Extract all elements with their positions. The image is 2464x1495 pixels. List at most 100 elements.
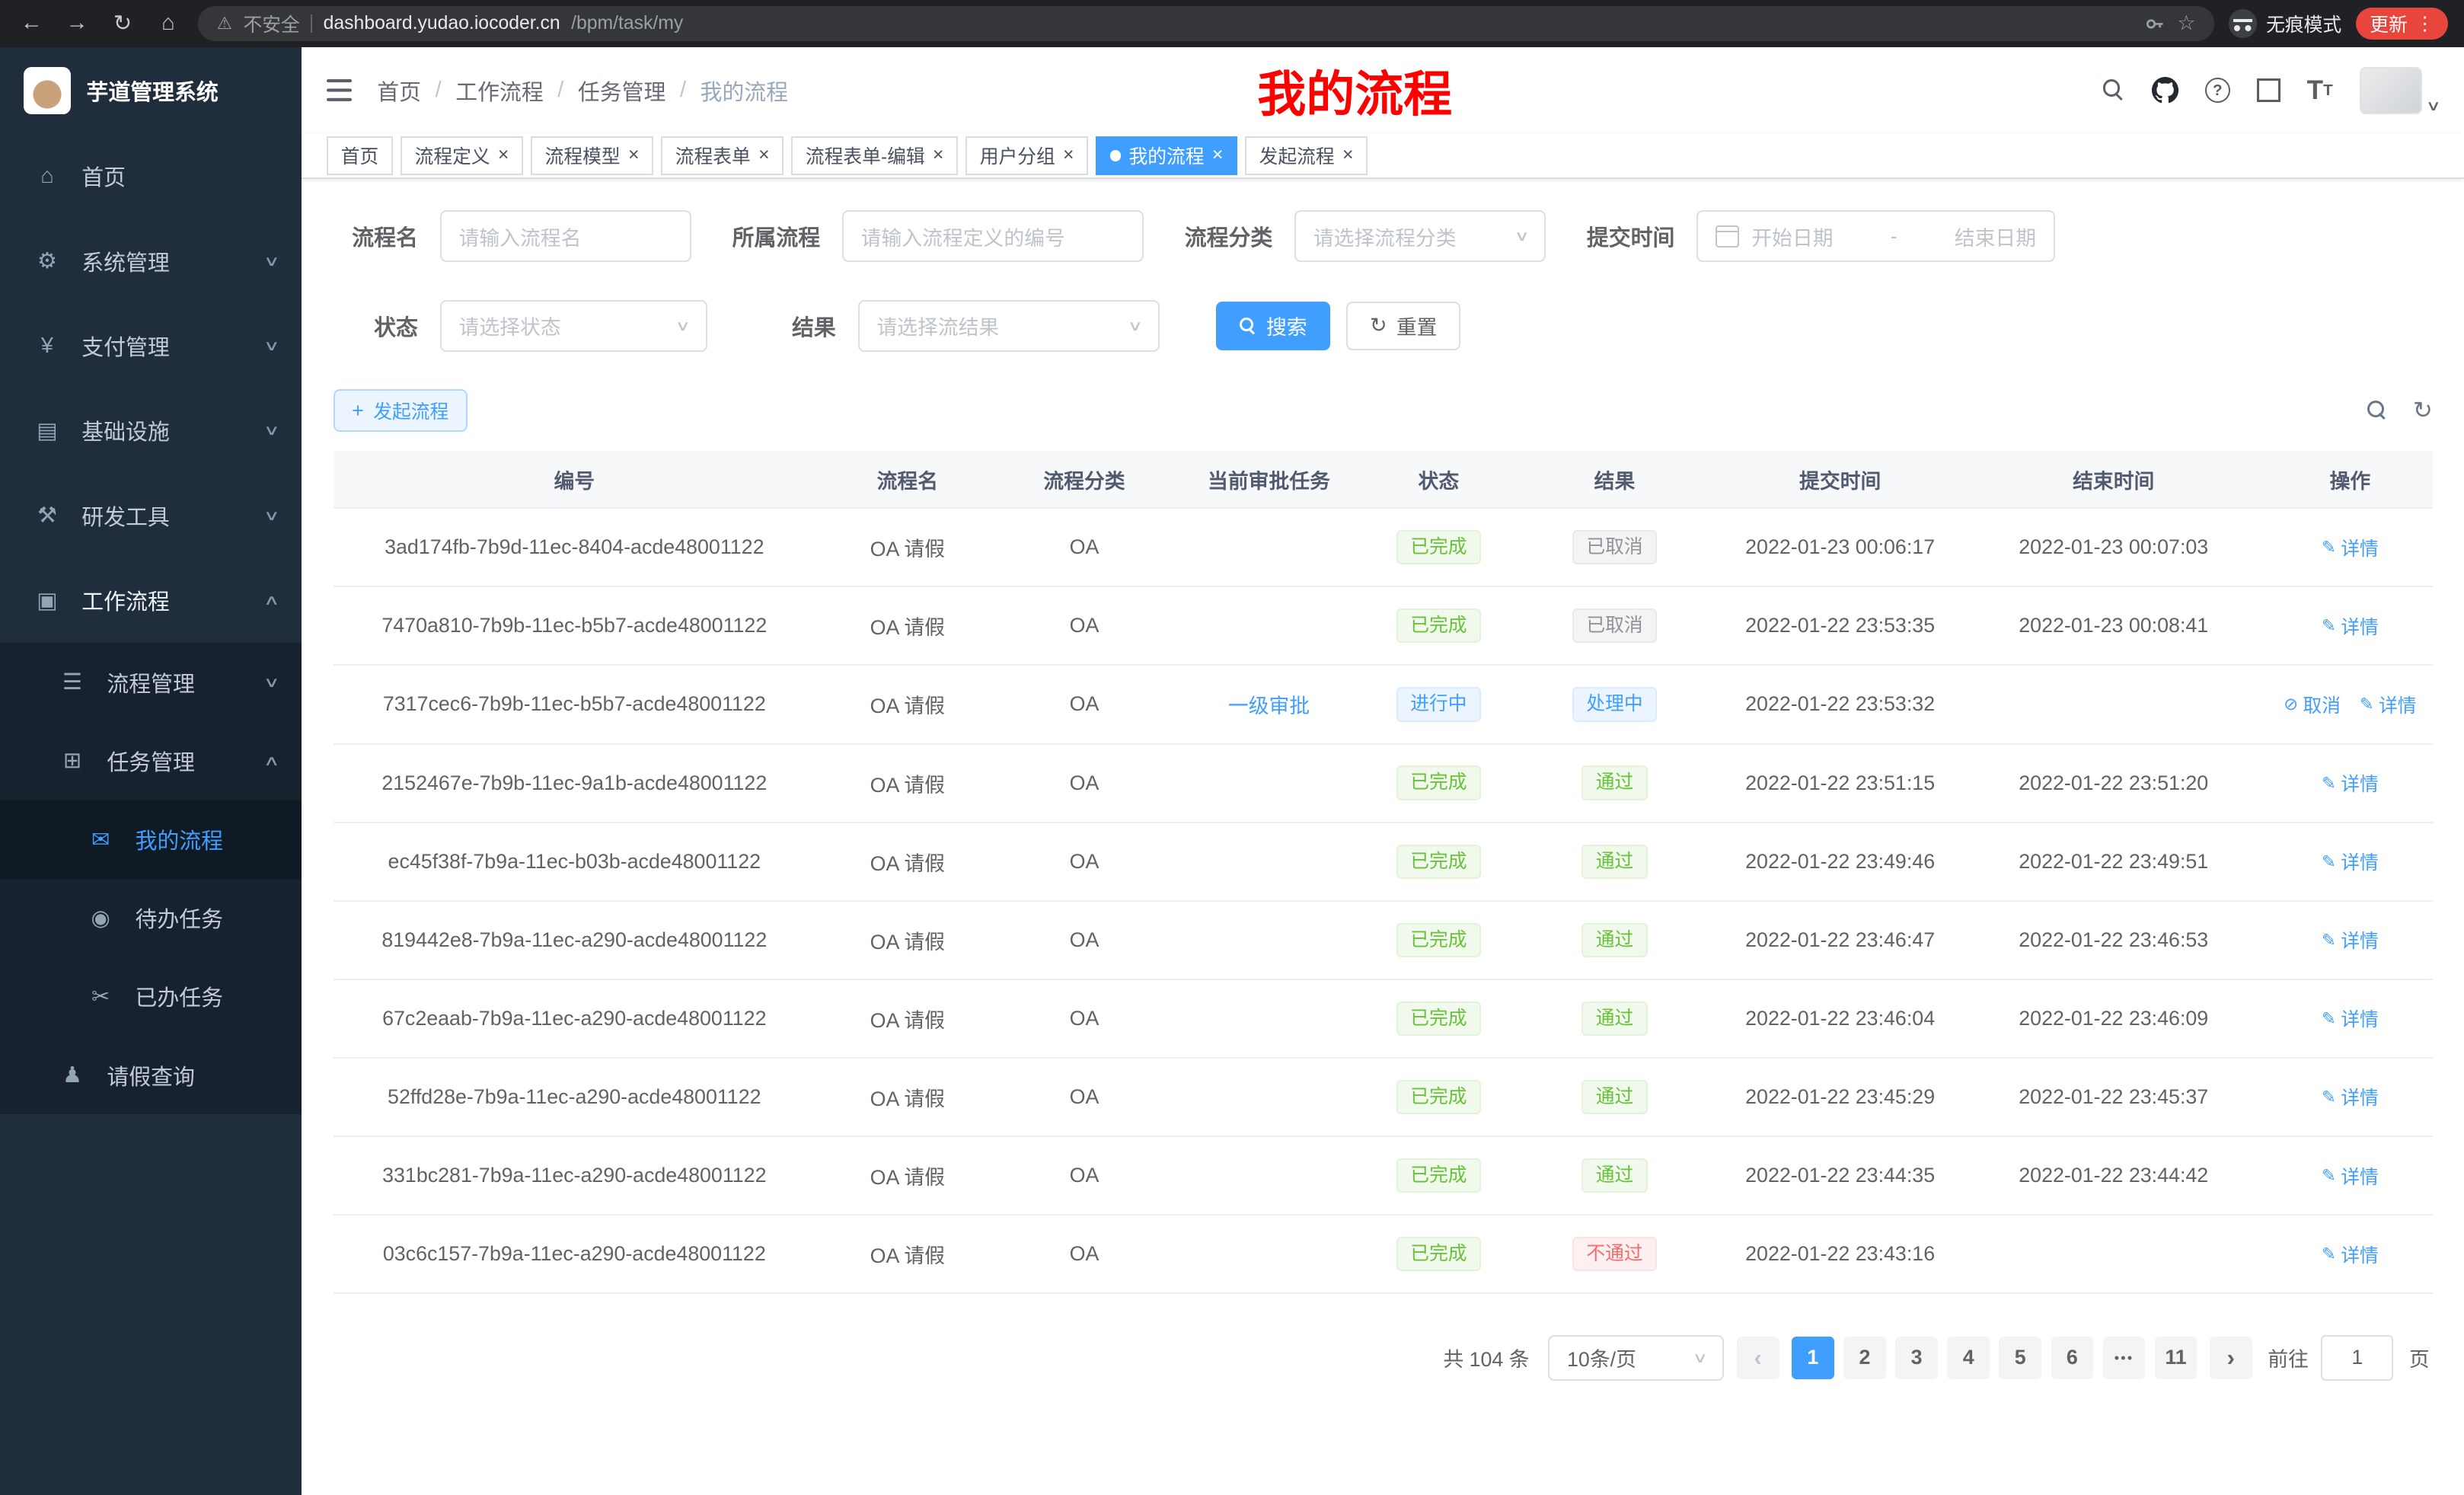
breadcrumb-item[interactable]: 首页 (377, 75, 421, 107)
sidebar-item-done-task[interactable]: ✂已办任务 (0, 957, 302, 1036)
tab-user-group[interactable]: 用户分组× (965, 136, 1088, 175)
goto-page-input[interactable] (2321, 1335, 2393, 1381)
sidebar-item-task-management[interactable]: ⊞任务管理∧ (0, 721, 302, 800)
close-icon[interactable]: × (758, 146, 769, 165)
browser-back-button[interactable]: ← (16, 11, 47, 36)
sidebar-item-home[interactable]: ⌂首页 (0, 133, 302, 218)
action-detail-link[interactable]: ✎详情 (2322, 534, 2379, 561)
detail-icon: ✎ (2322, 537, 2336, 557)
action-cancel-link[interactable]: ⊘取消 (2284, 691, 2341, 718)
show-search-icon[interactable] (2367, 401, 2388, 421)
close-icon[interactable]: × (1063, 146, 1074, 165)
app-logo[interactable]: 芋道管理系统 (0, 47, 302, 134)
action-detail-link[interactable]: ✎详情 (2360, 691, 2417, 718)
close-icon[interactable]: × (1212, 146, 1223, 165)
close-icon[interactable]: × (498, 146, 509, 165)
browser-forward-button[interactable]: → (61, 11, 92, 36)
category-select[interactable]: 请选择流程分类 ∨ (1294, 210, 1546, 262)
process-name-input[interactable]: 请输入流程名 (440, 210, 691, 262)
result-badge: 已取消 (1572, 530, 1657, 564)
cell-name: OA 请假 (815, 744, 999, 823)
help-icon[interactable]: ? (2205, 78, 2230, 103)
result-select[interactable]: 请选择流结果 ∨ (858, 300, 1160, 352)
sidebar-item-infrastructure[interactable]: ▤基础设施∨ (0, 388, 302, 473)
font-size-icon[interactable]: T (2307, 75, 2333, 106)
create-process-button[interactable]: + 发起流程 (334, 389, 468, 432)
tab-process-form-edit[interactable]: 流程表单-编辑× (791, 136, 958, 175)
close-icon[interactable]: × (1342, 146, 1353, 165)
action-detail-link[interactable]: ✎详情 (2322, 848, 2379, 875)
sidebar-item-my-process[interactable]: ✉我的流程 (0, 800, 302, 878)
status-select[interactable]: 请选择状态 ∨ (440, 300, 707, 352)
cell-result: 通过 (1508, 901, 1721, 979)
cell-id: 7470a810-7b9b-11ec-b5b7-acde48001122 (334, 586, 816, 665)
key-icon[interactable] (2144, 13, 2166, 35)
page-button-2[interactable]: 2 (1843, 1337, 1886, 1379)
task-link[interactable]: 一级审批 (1228, 695, 1310, 717)
page-button-5[interactable]: 5 (1999, 1337, 2041, 1379)
page-more-button[interactable]: ••• (2103, 1337, 2146, 1379)
reset-button[interactable]: ↻ 重置 (1346, 302, 1460, 350)
create-process-label: 发起流程 (373, 397, 448, 424)
action-detail-link[interactable]: ✎详情 (2322, 612, 2379, 640)
page-button-1[interactable]: 1 (1792, 1337, 1834, 1379)
browser-home-button[interactable]: ⌂ (152, 11, 184, 36)
cell-name: OA 请假 (815, 586, 999, 665)
tab-process-form[interactable]: 流程表单× (661, 136, 784, 175)
sidebar-item-workflow[interactable]: ▣工作流程∧ (0, 558, 302, 643)
address-bar[interactable]: ⚠ 不安全 dashboard.yudao.iocoder.cn/bpm/tas… (198, 6, 2214, 40)
next-page-button[interactable]: › (2210, 1337, 2252, 1379)
search-icon[interactable] (2103, 79, 2125, 101)
url-path: /bpm/task/my (571, 13, 683, 34)
cell-category: OA (1000, 979, 1170, 1058)
action-detail-link[interactable]: ✎详情 (2322, 926, 2379, 954)
sidebar-item-todo-task[interactable]: ◉待办任务 (0, 879, 302, 957)
breadcrumb-item[interactable]: 任务管理 (578, 75, 666, 107)
incognito-label: 无痕模式 (2266, 10, 2341, 37)
sidebar-item-devtools[interactable]: ⚒研发工具∨ (0, 473, 302, 557)
page-button-3[interactable]: 3 (1895, 1337, 1938, 1379)
sidebar-item-payment[interactable]: ¥支付管理∨ (0, 303, 302, 388)
page-suffix: 页 (2409, 1343, 2430, 1372)
action-detail-link[interactable]: ✎详情 (2322, 1083, 2379, 1110)
breadcrumb-separator: / (436, 78, 442, 103)
action-detail-link[interactable]: ✎详情 (2322, 1162, 2379, 1190)
action-detail-link[interactable]: ✎详情 (2322, 769, 2379, 797)
cell-result: 通过 (1508, 979, 1721, 1058)
process-key-input[interactable]: 请输入流程定义的编号 (842, 210, 1144, 262)
tab-label: 我的流程 (1129, 142, 1205, 169)
tab-start-process[interactable]: 发起流程× (1245, 136, 1368, 175)
tab-process-definition[interactable]: 流程定义× (401, 136, 523, 175)
breadcrumb-item[interactable]: 工作流程 (455, 75, 544, 107)
page-button-11[interactable]: 11 (2155, 1337, 2197, 1379)
prev-page-button[interactable]: ‹ (1737, 1337, 1779, 1379)
submit-time-range[interactable]: 开始日期 - 结束日期 (1696, 210, 2054, 262)
cell-end-time: 2022-01-23 00:08:41 (1959, 586, 2268, 665)
action-detail-link[interactable]: ✎详情 (2322, 1005, 2379, 1032)
status-badge: 已完成 (1396, 1001, 1481, 1036)
tab-process-model[interactable]: 流程模型× (531, 136, 653, 175)
sidebar-item-leave-query[interactable]: ♟请假查询 (0, 1036, 302, 1114)
hamburger-menu-icon[interactable] (327, 79, 352, 101)
sidebar-item-system[interactable]: ⚙系统管理∨ (0, 219, 302, 303)
search-button[interactable]: 搜索 (1216, 302, 1330, 350)
sidebar-item-process-management[interactable]: ☰流程管理∨ (0, 643, 302, 721)
page-button-6[interactable]: 6 (2051, 1337, 2094, 1379)
close-icon[interactable]: × (933, 146, 943, 165)
github-icon[interactable] (2152, 77, 2178, 104)
fullscreen-icon[interactable] (2257, 78, 2280, 102)
close-icon[interactable]: × (628, 146, 639, 165)
page-size-select[interactable]: 10条/页 ∨ (1548, 1335, 1724, 1381)
tab-home[interactable]: 首页 (327, 136, 393, 175)
bookmark-star-icon[interactable]: ☆ (2177, 11, 2195, 35)
action-detail-link[interactable]: ✎详情 (2322, 1241, 2379, 1268)
cell-id: 03c6c157-7b9a-11ec-a290-acde48001122 (334, 1215, 816, 1293)
browser-reload-button[interactable]: ↻ (107, 10, 138, 37)
update-label: 更新 (2370, 10, 2408, 37)
update-button[interactable]: 更新 ⋮ (2356, 8, 2449, 39)
user-avatar[interactable]: ∨ (2360, 67, 2439, 114)
refresh-table-icon[interactable]: ↻ (2413, 397, 2433, 424)
page-button-4[interactable]: 4 (1947, 1337, 1990, 1379)
tab-my-process[interactable]: 我的流程 × (1096, 136, 1237, 175)
warning-icon: ⚠ (217, 13, 232, 34)
